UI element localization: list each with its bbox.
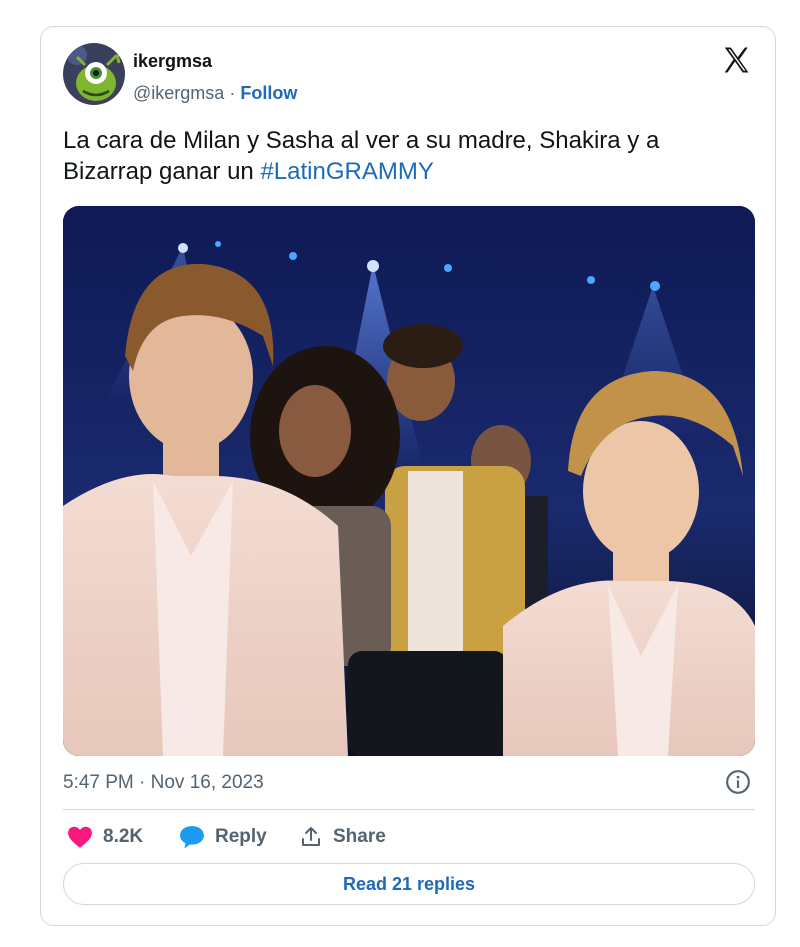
handle-separator: · (229, 83, 236, 103)
green-alien-avatar-icon (63, 43, 125, 105)
share-icon (302, 827, 320, 846)
author-handle[interactable]: @ikergmsa (133, 83, 224, 103)
share-button[interactable]: Share (299, 822, 386, 852)
read-replies-button[interactable]: Read 21 replies (63, 863, 755, 905)
x-logo-icon[interactable] (721, 45, 751, 75)
heart-icon (68, 826, 92, 848)
reply-button[interactable]: Reply (179, 822, 267, 852)
tweet-text: La cara de Milan y Sasha al ver a su mad… (63, 125, 753, 187)
tweet-card: ikergmsa @ikergmsa · Follow La cara de M… (40, 26, 776, 926)
divider (63, 809, 755, 810)
share-label: Share (333, 826, 386, 847)
tweet-photo[interactable] (63, 206, 755, 756)
info-icon[interactable] (725, 769, 751, 795)
tweet-timestamp[interactable]: 5:47 PM · Nov 16, 2023 (63, 772, 264, 794)
follow-button[interactable]: Follow (240, 83, 297, 103)
photo-illustration (63, 206, 755, 756)
like-button[interactable]: 8.2K (67, 822, 143, 852)
like-count: 8.2K (103, 826, 144, 847)
speech-bubble-icon (180, 826, 204, 849)
author-name[interactable]: ikergmsa (133, 51, 212, 72)
avatar[interactable] (63, 43, 125, 105)
hashtag-link[interactable]: #LatinGRAMMY (260, 158, 433, 185)
reply-label: Reply (215, 826, 267, 847)
author-handle-line: @ikergmsa · Follow (133, 83, 297, 104)
tweet-actions: 8.2K Reply Share (63, 822, 755, 852)
